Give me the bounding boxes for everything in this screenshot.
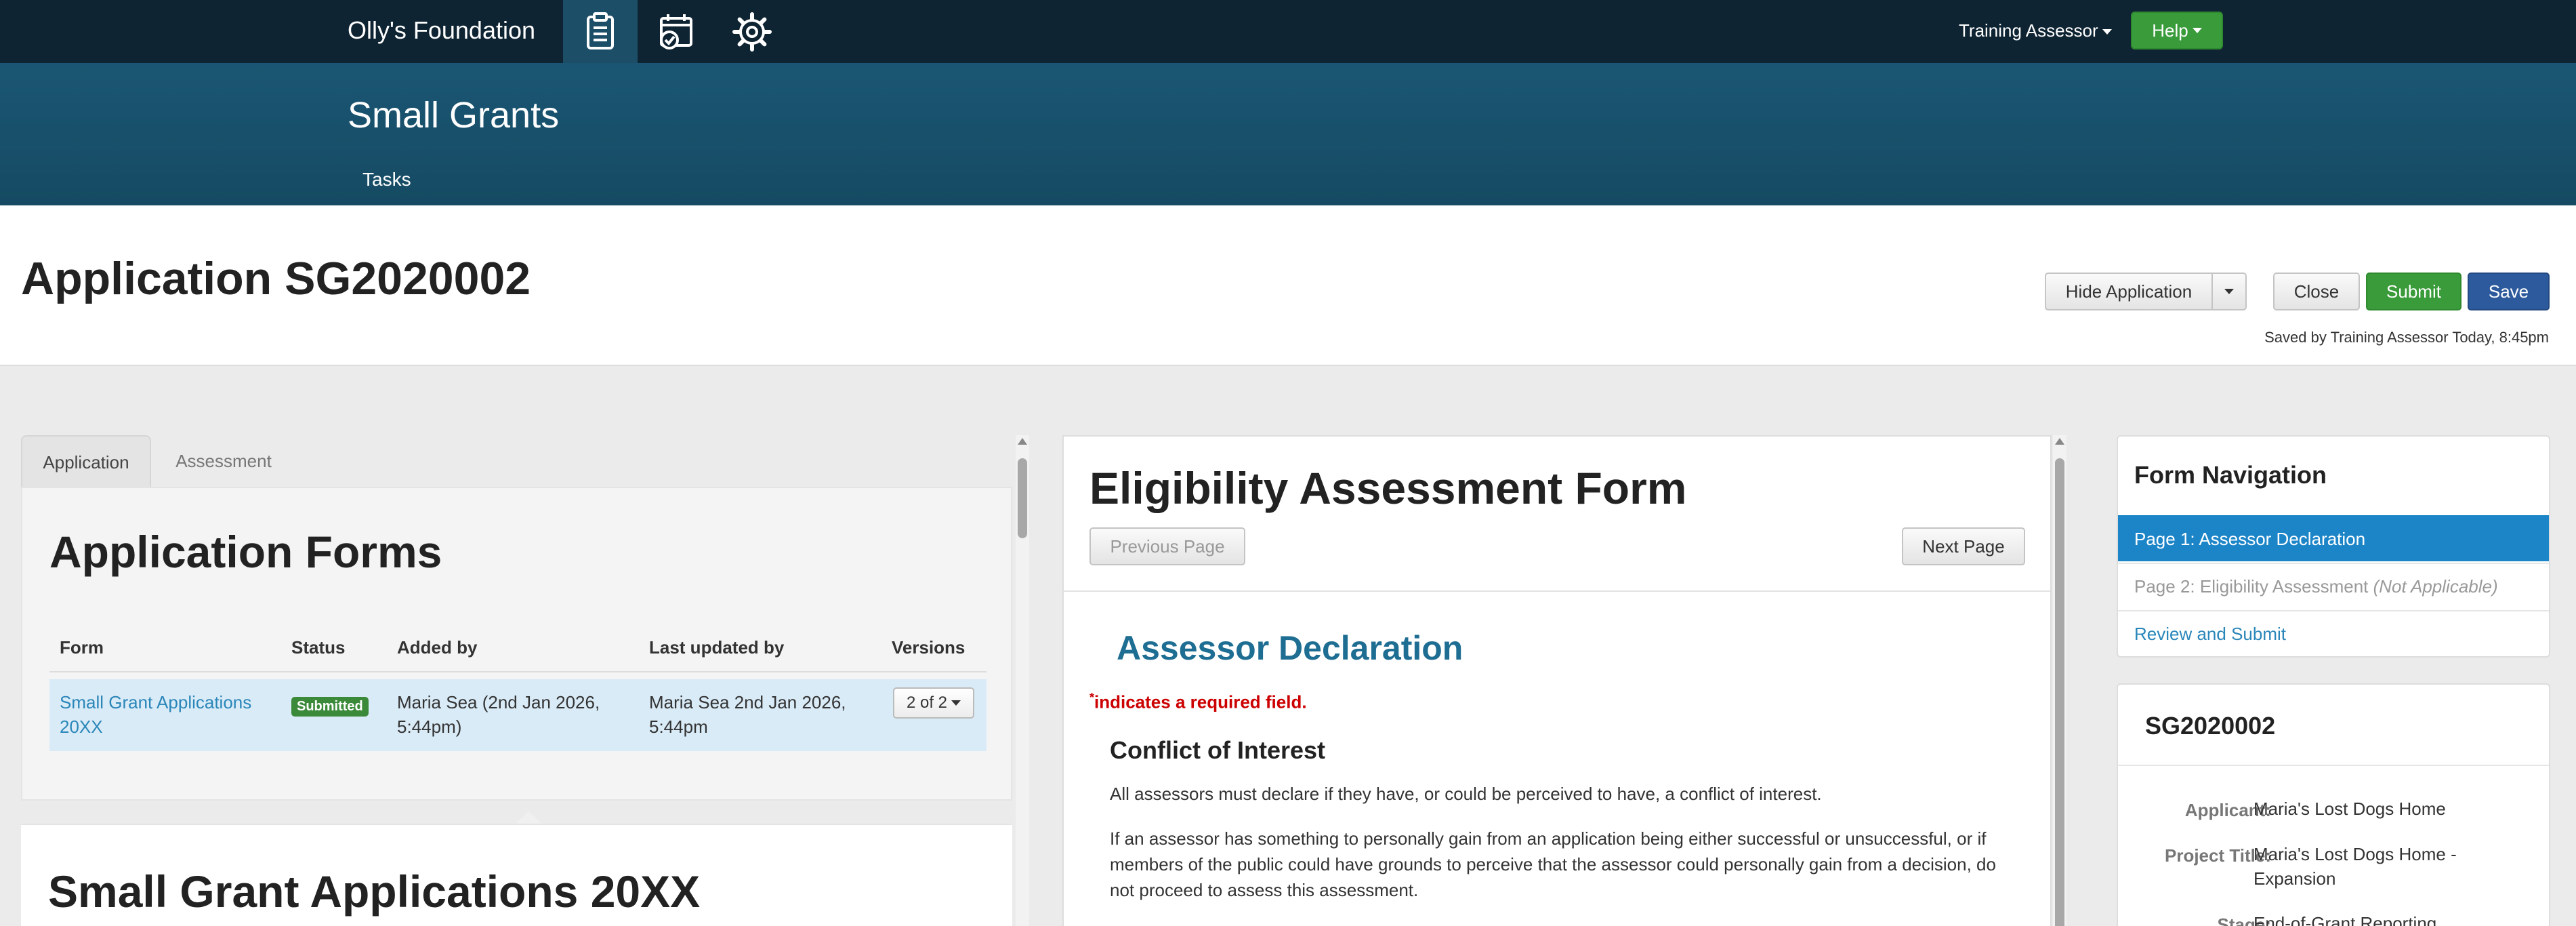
application-forms-heading: Application Forms <box>49 527 442 577</box>
required-asterisk: * <box>1089 691 1095 704</box>
caret-down-icon <box>951 700 961 706</box>
project-title-value: Maria's Lost Dogs Home - Expansion <box>2253 844 2457 889</box>
column-header-form: Form <box>60 637 104 658</box>
application-forms-panel: Application Forms Form Status Added by L… <box>21 487 1012 801</box>
middle-scrollbar[interactable] <box>2053 435 2066 926</box>
form-detail-heading: Small Grant Applications 20XX <box>48 866 701 917</box>
summary-divider <box>2118 765 2549 766</box>
status-badge: Submitted <box>291 697 369 717</box>
required-field-text: indicates a required field. <box>1094 691 1307 712</box>
nav-item-review-submit[interactable]: Review and Submit <box>2118 610 2549 656</box>
column-header-last-updated-by: Last updated by <box>649 637 785 658</box>
saved-status: Saved by Training Assessor Today, 8:45pm <box>2264 329 2549 346</box>
stage-value: End-of-Grant Reporting <box>2253 913 2437 926</box>
left-scrollbar-thumb[interactable] <box>1018 458 1027 538</box>
calendar-check-icon <box>660 14 692 49</box>
assessment-form-heading: Eligibility Assessment Form <box>1089 463 1687 513</box>
module-title: Small Grants <box>348 95 560 136</box>
page-header: Application SG2020002 Hide Application C… <box>0 205 2576 366</box>
column-header-added-by: Added by <box>397 637 478 658</box>
user-menu-label: Training Assessor <box>1959 20 2098 41</box>
help-label: Help <box>2152 20 2188 41</box>
form-link[interactable]: Small Grant Applications 20XX <box>60 690 270 739</box>
versions-label: 2 of 2 <box>906 693 948 712</box>
settings-nav-button[interactable] <box>715 0 789 63</box>
caret-down-icon <box>2192 28 2202 33</box>
column-header-status: Status <box>291 637 346 658</box>
left-scrollbar[interactable] <box>1016 435 1029 926</box>
calendar-nav-button[interactable] <box>639 0 713 63</box>
hide-application-button[interactable]: Hide Application <box>2045 273 2213 310</box>
save-button[interactable]: Save <box>2468 273 2550 310</box>
next-page-button[interactable]: Next Page <box>1902 527 2025 565</box>
last-updated-by-cell: Maria Sea 2nd Jan 2026, 5:44pm <box>649 692 846 737</box>
tasks-link[interactable]: Tasks <box>362 168 411 191</box>
conflict-of-interest-heading: Conflict of Interest <box>1110 736 1326 764</box>
assessment-form-panel: Eligibility Assessment Form Previous Pag… <box>1062 435 2052 926</box>
previous-page-button[interactable]: Previous Page <box>1089 527 1245 565</box>
panel-divider <box>1064 590 2050 592</box>
added-by-cell: Maria Sea (2nd Jan 2026, 5:44pm) <box>397 692 600 737</box>
column-header-versions: Versions <box>892 637 965 658</box>
tab-assessment[interactable]: Assessment <box>151 435 296 488</box>
form-navigation-panel: Form Navigation Page 1: Assessor Declara… <box>2117 435 2550 658</box>
close-button[interactable]: Close <box>2273 273 2360 310</box>
application-summary-panel: SG2020002 Applicant: Maria's Lost Dogs H… <box>2117 683 2550 926</box>
paragraph: If an assessor has something to personal… <box>1110 828 1996 900</box>
section-heading: Assessor Declaration <box>1117 629 1463 667</box>
nav-item-page1[interactable]: Page 1: Assessor Declaration <box>2118 515 2549 561</box>
scroll-up-arrow-icon[interactable] <box>2055 438 2064 445</box>
form-navigation-heading: Form Navigation <box>2134 461 2327 489</box>
tab-application[interactable]: Application <box>21 435 151 488</box>
top-navbar: Olly's Foundation Training Assessor Help <box>0 0 2576 63</box>
form-detail-panel: Small Grant Applications 20XX <box>21 824 1012 926</box>
page-title: Application SG2020002 <box>21 253 531 304</box>
table-header-divider <box>49 671 986 672</box>
required-field-note: *indicates a required field. <box>1089 691 1307 713</box>
gear-icon <box>732 12 772 52</box>
versions-dropdown[interactable]: 2 of 2 <box>893 687 974 719</box>
caret-down-icon <box>2224 289 2234 294</box>
hide-application-dropdown-toggle[interactable] <box>2211 273 2247 310</box>
submit-button[interactable]: Submit <box>2366 273 2461 310</box>
tasks-nav-button[interactable] <box>563 0 638 63</box>
help-dropdown-button[interactable]: Help <box>2131 12 2223 49</box>
brand-link[interactable]: Olly's Foundation <box>348 16 535 45</box>
module-header: Small Grants Tasks <box>0 63 2576 205</box>
middle-scrollbar-thumb[interactable] <box>2055 458 2064 926</box>
section-pointer <box>515 811 542 824</box>
application-id: SG2020002 <box>2145 712 2276 740</box>
applicant-value: Maria's Lost Dogs Home <box>2253 799 2446 819</box>
nav-item-page2-label: Page 2: Eligibility Assessment <box>2134 576 2369 597</box>
table-row[interactable]: Small Grant Applications 20XX Submitted … <box>49 679 986 751</box>
paragraph: All assessors must declare if they have,… <box>1110 784 1822 804</box>
scroll-up-arrow-icon[interactable] <box>1018 438 1027 445</box>
user-menu-dropdown[interactable]: Training Assessor <box>1959 19 2112 42</box>
not-applicable-note: (Not Applicable) <box>2373 576 2498 597</box>
nav-item-page2: Page 2: Eligibility Assessment (Not Appl… <box>2118 563 2549 609</box>
caret-down-icon <box>2102 29 2112 35</box>
clipboard-icon <box>587 12 614 49</box>
